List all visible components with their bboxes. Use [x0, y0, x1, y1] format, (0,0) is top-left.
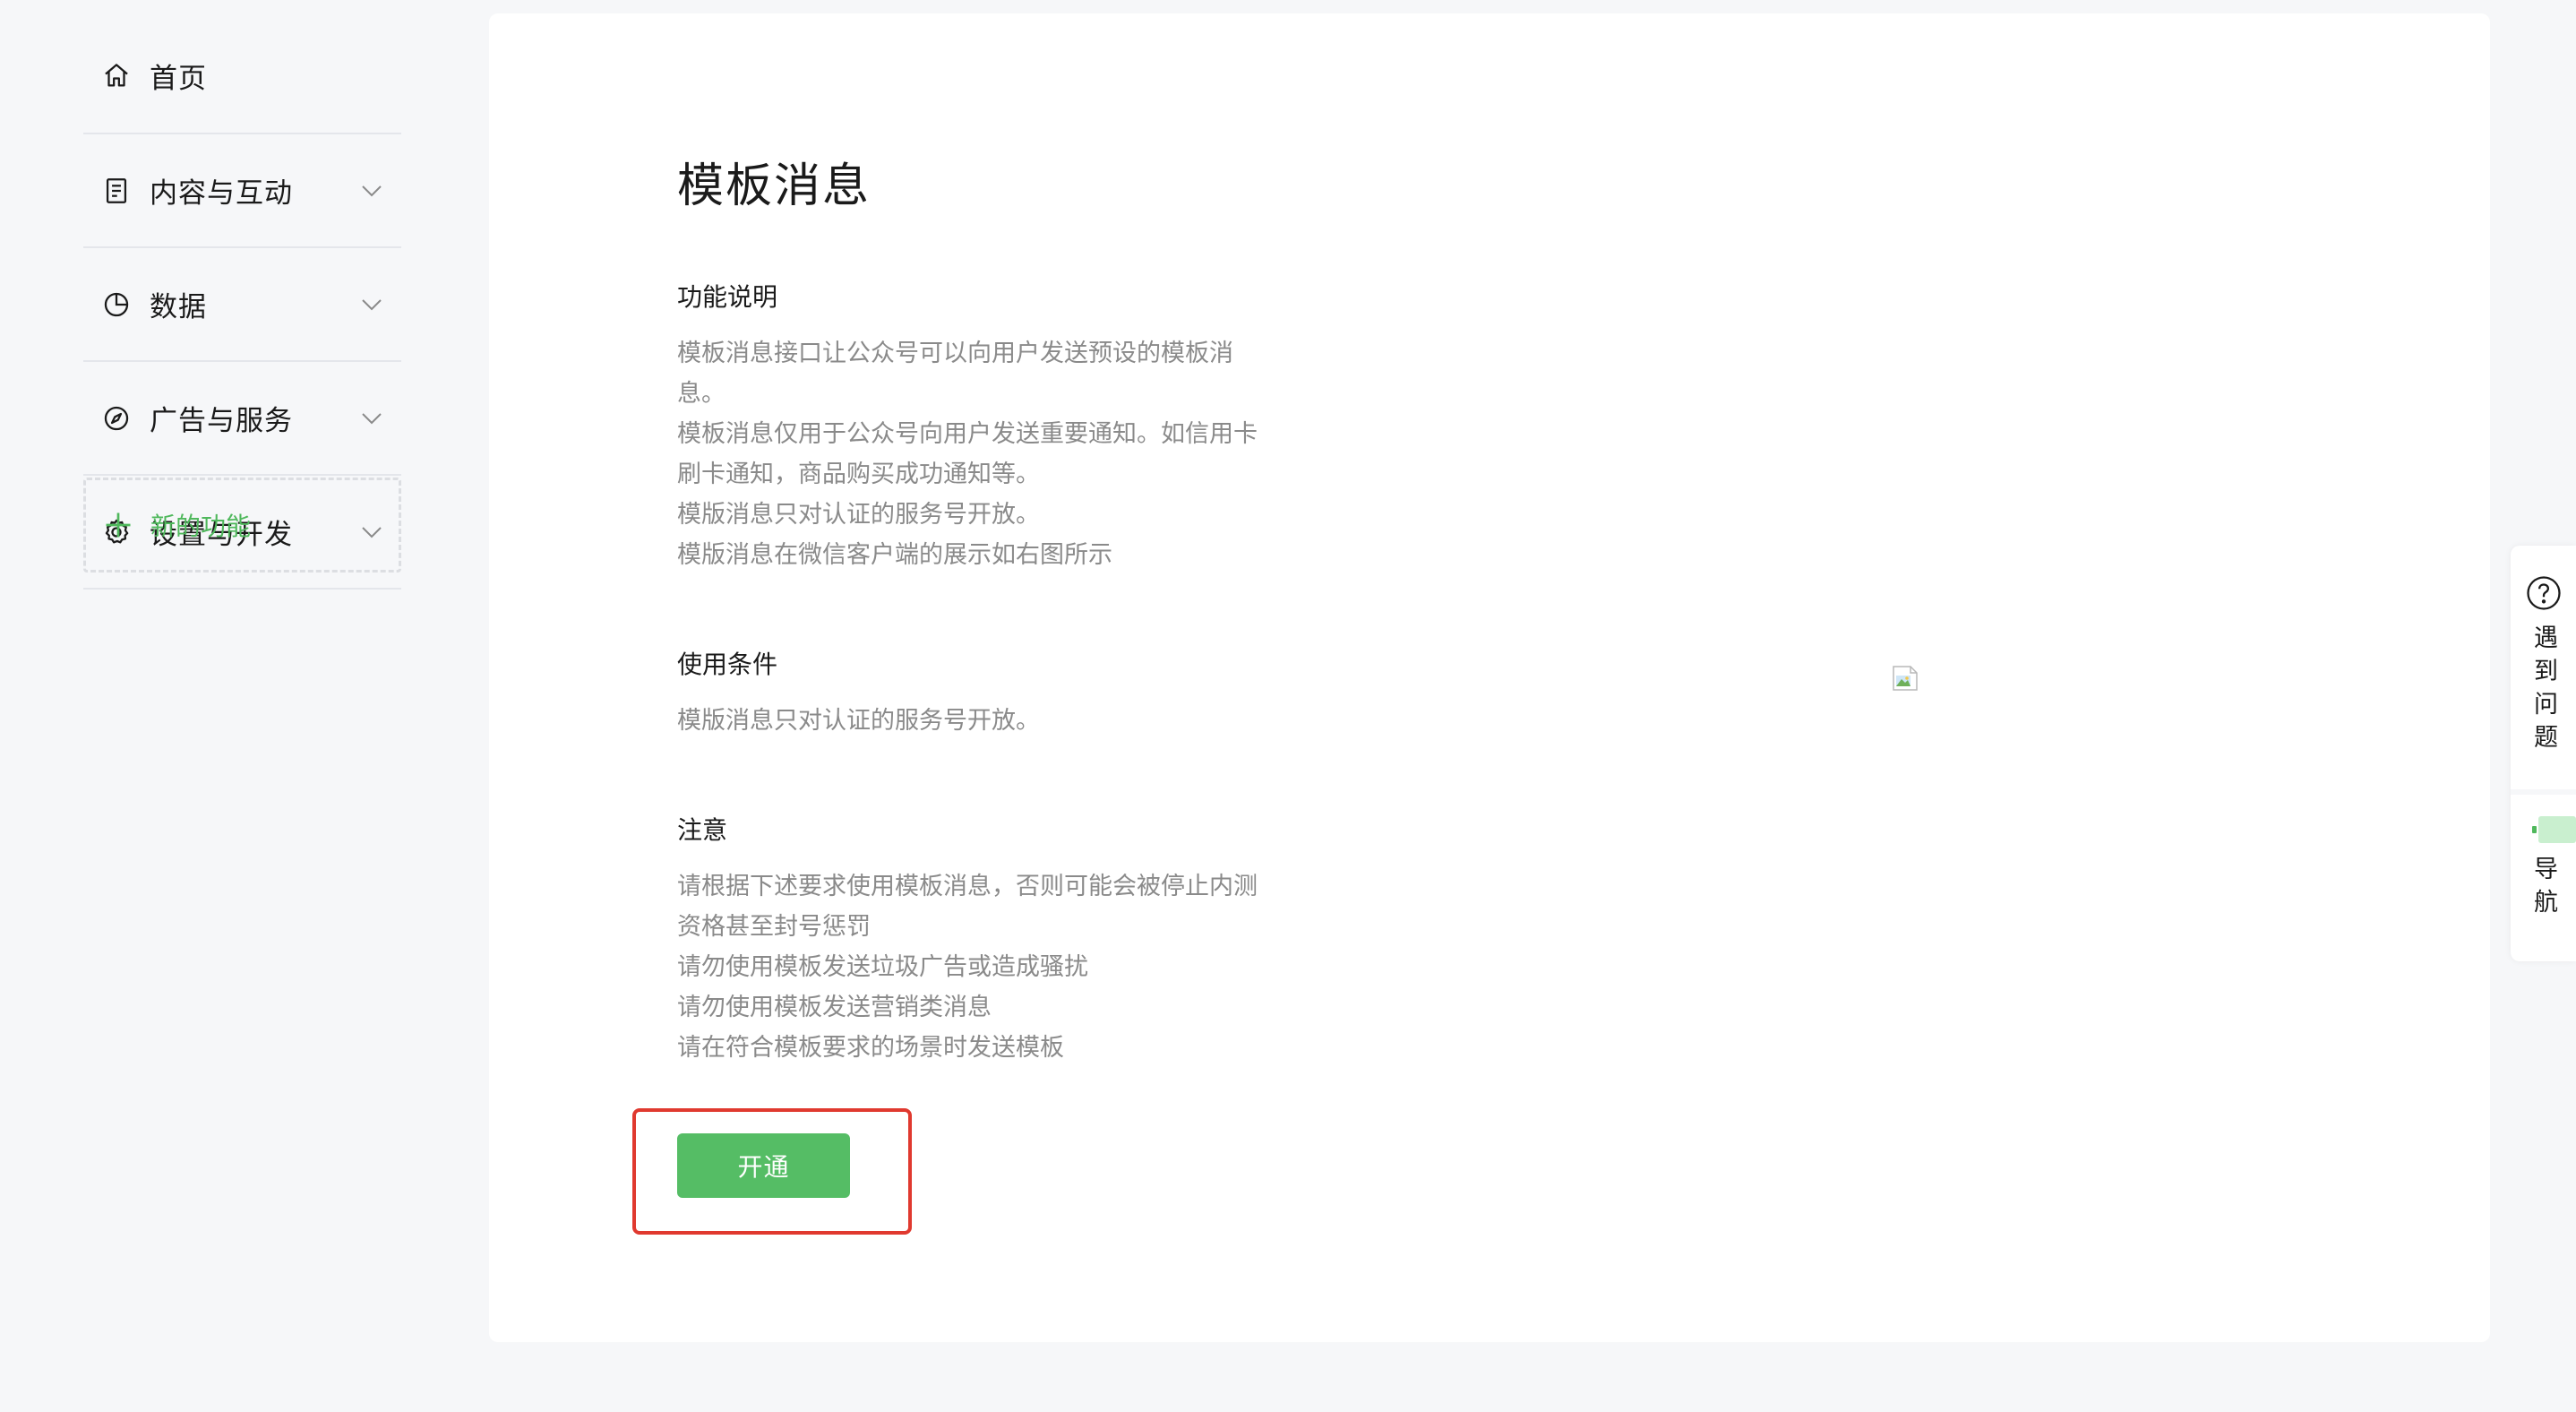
chevron-down-icon[interactable] [358, 405, 385, 432]
section-line: 模版消息只对认证的服务号开放。 [677, 501, 1040, 529]
sidebar-item-label: 内容与互动 [150, 177, 293, 210]
section-usage-conditions: 使用条件 模版消息只对认证的服务号开放。 [677, 645, 1304, 741]
section-line: 模版消息在微信客户端的展示如右图所示 [677, 541, 1112, 569]
compass-icon [101, 403, 132, 434]
page-title: 模板消息 [677, 159, 872, 213]
sidebar-item-content-interaction[interactable]: 内容与互动 [83, 134, 401, 248]
question-circle-icon [2525, 574, 2563, 612]
document-icon [101, 176, 132, 206]
section-title: 注意 [677, 815, 728, 845]
sidebar-item-label: 数据 [150, 291, 207, 323]
new-feature-button[interactable]: 新的功能 [83, 478, 401, 573]
pie-chart-icon [101, 289, 132, 320]
section-line: 息。 [677, 380, 726, 408]
help-button[interactable]: 遇到问题 [2511, 546, 2576, 789]
main-card: 模板消息 功能说明 模板消息接口让公众号可以向用户发送预设的模板消 息。 模板消… [489, 13, 2490, 1342]
section-line: 请在符合模板要求的场景时发送模板 [677, 1034, 1064, 1062]
section-feature-description: 功能说明 模板消息接口让公众号可以向用户发送预设的模板消 息。 模板消息仅用于公… [677, 278, 1304, 575]
floating-help-panel: 遇到问题 导航 [2511, 546, 2576, 961]
section-line: 模板消息仅用于公众号向用户发送重要通知。如信用卡 [677, 420, 1258, 448]
sidebar-item-data[interactable]: 数据 [83, 248, 401, 362]
home-icon [101, 60, 132, 90]
new-feature-label: 新的功能 [150, 512, 252, 541]
open-button[interactable]: 开通 [677, 1133, 850, 1198]
section-body: 模板消息接口让公众号可以向用户发送预设的模板消 息。 模板消息仅用于公众号向用户… [677, 333, 1304, 575]
navigation-label: 导航 [2529, 856, 2557, 922]
navigation-icon [2531, 816, 2576, 843]
section-line: 请勿使用模板发送垃圾广告或造成骚扰 [677, 953, 1088, 981]
section-line: 刷卡通知，商品购买成功通知等。 [677, 461, 1040, 488]
section-line: 模板消息接口让公众号可以向用户发送预设的模板消 [677, 340, 1233, 367]
plus-icon [102, 509, 134, 541]
sidebar: 首页 内容与互动 数据 广告与服务 设置与开发 新的功能 [83, 18, 401, 590]
section-notice: 注意 请根据下述要求使用模板消息，否则可能会被停止内测 资格甚至封号惩罚 请勿使… [677, 811, 1304, 1068]
help-label: 遇到问题 [2529, 624, 2557, 757]
sidebar-item-label: 广告与服务 [150, 405, 293, 437]
section-line: 请根据下述要求使用模板消息，否则可能会被停止内测 [677, 873, 1258, 900]
sidebar-item-ads-services[interactable]: 广告与服务 [83, 362, 401, 476]
section-title: 功能说明 [677, 282, 778, 312]
section-line: 请勿使用模板发送营销类消息 [677, 994, 992, 1021]
navigation-button[interactable]: 导航 [2511, 795, 2576, 961]
broken-image-icon [1891, 664, 1919, 693]
section-body: 模版消息只对认证的服务号开放。 [677, 701, 1304, 741]
sidebar-item-label: 首页 [150, 62, 207, 95]
chevron-down-icon[interactable] [358, 291, 385, 318]
section-body: 请根据下述要求使用模板消息，否则可能会被停止内测 资格甚至封号惩罚 请勿使用模板… [677, 866, 1304, 1068]
section-title: 使用条件 [677, 650, 778, 679]
section-line: 资格甚至封号惩罚 [677, 913, 871, 941]
chevron-down-icon[interactable] [358, 177, 385, 204]
sidebar-item-home[interactable]: 首页 [83, 18, 401, 134]
section-line: 模版消息只对认证的服务号开放。 [677, 707, 1040, 735]
